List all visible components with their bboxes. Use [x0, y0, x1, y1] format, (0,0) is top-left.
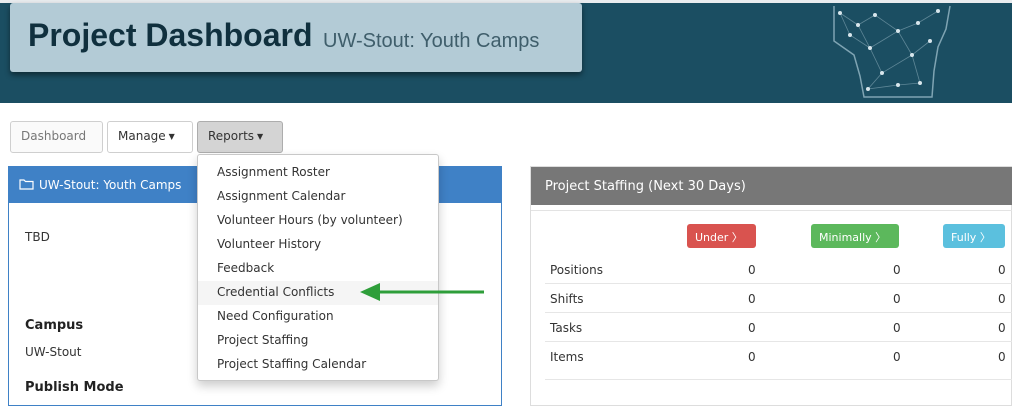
manage-button-label: Manage	[118, 129, 166, 143]
reports-button-label: Reports	[208, 129, 255, 143]
minimally-staffed-button[interactable]: Minimally 〉	[811, 224, 899, 248]
row-label-items: Items	[550, 350, 584, 364]
project-description: TBD	[25, 230, 50, 244]
row-label-positions: Positions	[550, 263, 603, 277]
dashboard-button[interactable]: Dashboard	[10, 121, 103, 153]
menu-item-project-staffing-calendar[interactable]: Project Staffing Calendar	[198, 353, 438, 377]
items-under: 0	[748, 350, 756, 364]
staffing-panel: Project Staffing (Next 30 Days) Under 〉 …	[530, 166, 1012, 406]
menu-item-need-configuration[interactable]: Need Configuration	[198, 305, 438, 329]
items-minimally: 0	[893, 350, 901, 364]
row-label-tasks: Tasks	[550, 321, 583, 335]
row-divider	[545, 379, 1012, 380]
items-fully: 0	[998, 350, 1006, 364]
fully-staffed-button[interactable]: Fully 〉	[943, 224, 1005, 248]
row-divider	[545, 341, 1012, 342]
menu-item-assignment-roster[interactable]: Assignment Roster	[198, 161, 438, 185]
row-divider	[545, 283, 1012, 284]
positions-minimally: 0	[893, 263, 901, 277]
fully-label: Fully	[951, 231, 977, 244]
wisconsin-map-icon	[833, 5, 951, 98]
campus-label: Campus	[25, 318, 84, 333]
project-name: UW-Stout: Youth Camps	[323, 30, 540, 52]
menu-item-assignment-calendar[interactable]: Assignment Calendar	[198, 185, 438, 209]
menu-item-volunteer-history[interactable]: Volunteer History	[198, 233, 438, 257]
shifts-under: 0	[748, 292, 756, 306]
reports-dropdown-button[interactable]: Reports ▼	[197, 121, 283, 153]
title-box: Project Dashboard UW-Stout: Youth Camps	[10, 3, 582, 72]
arrow-left-icon	[360, 283, 484, 301]
chevron-right-icon: 〉	[875, 231, 887, 244]
tasks-under: 0	[748, 321, 756, 335]
menu-item-project-staffing[interactable]: Project Staffing	[198, 329, 438, 353]
chevron-right-icon: 〉	[731, 231, 743, 244]
positions-fully: 0	[998, 263, 1006, 277]
tasks-fully: 0	[998, 321, 1006, 335]
menu-item-feedback[interactable]: Feedback	[198, 257, 438, 281]
campus-value: UW-Stout	[25, 345, 82, 359]
under-label: Under	[695, 231, 729, 244]
shifts-fully: 0	[998, 292, 1006, 306]
reports-dropdown-menu: Assignment Roster Assignment Calendar Vo…	[197, 154, 439, 381]
project-panel-title: UW-Stout: Youth Camps	[39, 178, 182, 192]
caret-down-icon: ▼	[168, 132, 175, 141]
menu-item-volunteer-hours[interactable]: Volunteer Hours (by volunteer)	[198, 209, 438, 233]
row-label-shifts: Shifts	[550, 292, 584, 306]
chevron-right-icon: 〉	[979, 231, 991, 244]
page-title: Project Dashboard	[28, 17, 313, 53]
dashboard-button-label: Dashboard	[21, 129, 87, 143]
row-divider	[545, 312, 1012, 313]
divider	[531, 210, 1012, 211]
shifts-minimally: 0	[893, 292, 901, 306]
caret-down-icon: ▼	[257, 132, 264, 141]
minimally-label: Minimally	[819, 231, 872, 244]
under-staffed-button[interactable]: Under 〉	[687, 224, 756, 248]
folder-icon	[19, 179, 34, 190]
staffing-panel-title: Project Staffing (Next 30 Days)	[545, 179, 746, 194]
tasks-minimally: 0	[893, 321, 901, 335]
manage-dropdown-button[interactable]: Manage ▼	[107, 121, 193, 153]
staffing-panel-header: Project Staffing (Next 30 Days)	[531, 167, 1012, 205]
positions-under: 0	[748, 263, 756, 277]
